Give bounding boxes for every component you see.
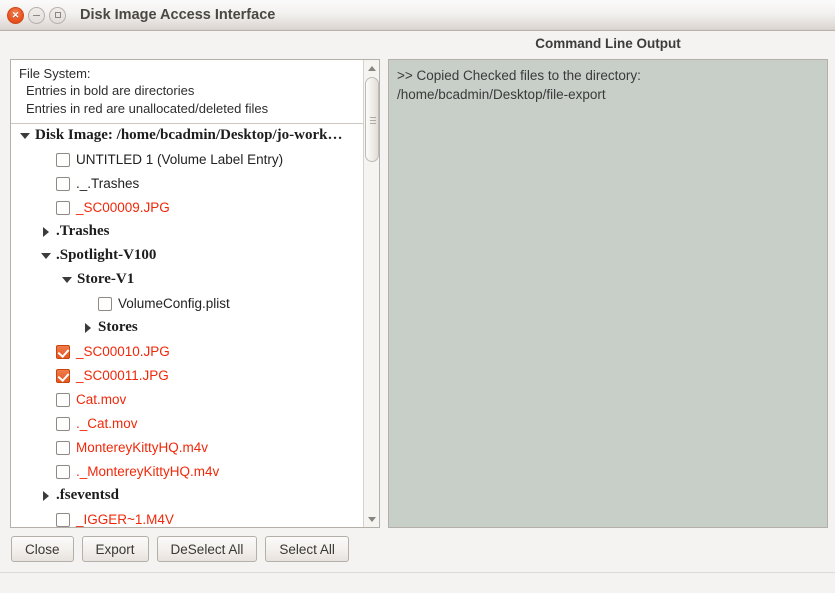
scroll-up-icon[interactable] [365,61,379,75]
tree-row[interactable]: .fseventsd [11,484,379,508]
expander-open-icon[interactable] [61,273,74,286]
application-window: ✕ Disk Image Access Interface Command Li… [0,0,835,593]
title-bar: ✕ Disk Image Access Interface [0,0,835,31]
tree-row-label: Cat.mov [76,392,127,408]
tree-row-label: ._Cat.mov [76,416,138,432]
tree-row[interactable]: _IGGER~1.M4V [11,508,379,528]
minimize-window-icon[interactable] [28,6,45,24]
file-system-tree[interactable]: Disk Image: /home/bcadmin/Desktop/jo-wor… [11,123,379,528]
tree-row-label: Stores [98,319,138,336]
checkbox-unchecked[interactable] [56,392,70,407]
tree-row-label: Disk Image: /home/bcadmin/Desktop/jo-wor… [35,127,343,144]
legend-red-note: Entries in red are unallocated/deleted f… [26,100,269,116]
command-output-line-2: /home/bcadmin/Desktop/file-export [397,86,606,102]
scroll-down-icon[interactable] [365,512,379,526]
tree-row[interactable]: Cat.mov [11,388,379,412]
checkbox-unchecked[interactable] [56,176,70,191]
expander-closed-icon[interactable] [82,321,95,334]
command-output-heading: Command Line Output [535,36,681,51]
tree-row[interactable]: ._.Trashes [11,172,379,196]
tree-row-label: MontereyKittyHQ.m4v [76,440,209,456]
tree-row-label: ._MontereyKittyHQ.m4v [76,464,220,480]
export-button[interactable]: Export [81,536,149,562]
tree-row[interactable]: UNTITLED 1 (Volume Label Entry) [11,148,379,172]
checkbox-checked[interactable] [56,344,70,359]
tree-row[interactable]: .Trashes [11,220,379,244]
checkbox-checked[interactable] [56,368,70,383]
tree-row[interactable]: .Spotlight-V100 [11,244,379,268]
tree-row-label: .fseventsd [56,487,119,504]
checkbox-unchecked[interactable] [56,512,70,527]
tree-row-label: VolumeConfig.plist [118,296,230,312]
tree-row[interactable]: _SC00009.JPG [11,196,379,220]
tree-row-label: .Trashes [56,223,110,240]
expander-closed-icon[interactable] [40,489,53,502]
maximize-window-icon[interactable] [49,6,66,24]
legend-bold-note: Entries in bold are directories [26,83,195,99]
checkbox-unchecked[interactable] [56,440,70,455]
checkbox-unchecked[interactable] [56,152,70,167]
tree-row-label: _SC00010.JPG [76,344,170,360]
file-system-tree-panel[interactable]: File System: Entries in bold are directo… [10,59,380,528]
command-output-line-1: >> Copied Checked files to the directory… [397,68,641,83]
window-title: Disk Image Access Interface [80,7,276,23]
tree-row[interactable]: _SC00011.JPG [11,364,379,388]
tree-row-label: ._.Trashes [76,176,140,192]
tree-row[interactable]: VolumeConfig.plist [11,292,379,316]
checkbox-unchecked[interactable] [98,296,112,311]
tree-row-label: _IGGER~1.M4V [76,512,174,528]
expander-open-icon[interactable] [40,249,53,262]
bottom-divider [0,572,835,573]
close-button[interactable]: Close [11,536,74,562]
tree-row[interactable]: _SC00010.JPG [11,340,379,364]
tree-row[interactable]: ._MontereyKittyHQ.m4v [11,460,379,484]
button-bar: Close Export DeSelect All Select All [11,536,349,562]
expander-open-icon[interactable] [19,129,32,142]
tree-row-label: Store-V1 [77,271,135,288]
close-window-icon[interactable]: ✕ [7,6,24,24]
tree-row-label: UNTITLED 1 (Volume Label Entry) [76,152,284,168]
checkbox-unchecked[interactable] [56,464,70,479]
select-all-button[interactable]: Select All [265,536,349,562]
file-system-legend: File System: Entries in bold are directo… [11,60,379,124]
tree-row[interactable]: Store-V1 [11,268,379,292]
checkbox-unchecked[interactable] [56,416,70,431]
legend-title: File System: [19,66,91,81]
tree-row[interactable]: Disk Image: /home/bcadmin/Desktop/jo-wor… [11,124,379,148]
tree-row-label: _SC00009.JPG [76,200,170,216]
tree-row[interactable]: Stores [11,316,379,340]
scrollbar-thumb[interactable] [365,77,379,162]
tree-row-label: _SC00011.JPG [76,368,169,384]
tree-row[interactable]: ._Cat.mov [11,412,379,436]
expander-closed-icon[interactable] [40,225,53,238]
tree-scrollbar[interactable] [363,60,379,527]
command-output-panel: >> Copied Checked files to the directory… [388,59,828,528]
checkbox-unchecked[interactable] [56,200,70,215]
deselect-all-button[interactable]: DeSelect All [156,536,258,562]
tree-row-label: .Spotlight-V100 [56,247,157,264]
tree-row[interactable]: MontereyKittyHQ.m4v [11,436,379,460]
